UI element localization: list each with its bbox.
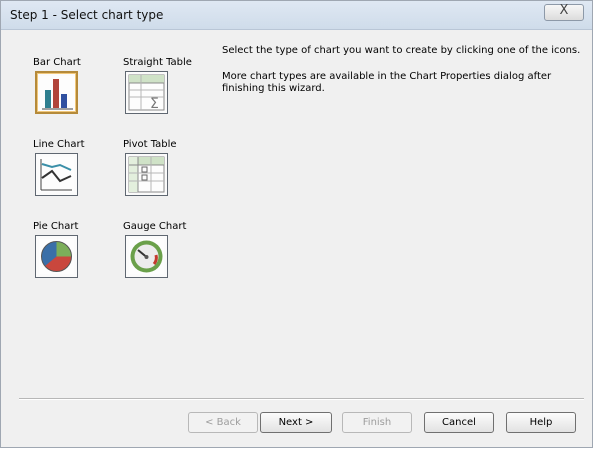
wizard-dialog: Step 1 - Select chart type X Bar Chart S… [0, 0, 593, 448]
chart-option-pivot-table[interactable]: Pivot Table [123, 139, 205, 211]
next-button[interactable]: Next > [260, 412, 332, 433]
chart-option-label: Line Chart [33, 139, 85, 150]
chart-option-label: Pie Chart [33, 221, 79, 232]
chart-option-tile[interactable] [125, 153, 168, 196]
line-chart-icon [39, 157, 74, 192]
chart-option-label: Gauge Chart [123, 221, 187, 232]
chart-option-label: Bar Chart [33, 57, 81, 68]
chart-option-tile[interactable] [35, 235, 78, 278]
close-button[interactable]: X [544, 3, 584, 21]
close-icon: X [559, 3, 569, 18]
finish-button[interactable]: Finish [342, 412, 412, 433]
cancel-button[interactable]: Cancel [424, 412, 494, 433]
chart-option-tile[interactable]: Σ [125, 71, 168, 114]
chart-option-bar[interactable]: Bar Chart [33, 57, 115, 129]
help-button[interactable]: Help [506, 412, 576, 433]
chart-option-tile[interactable] [125, 235, 168, 278]
title-bar: Step 1 - Select chart type X [1, 1, 592, 30]
chart-option-line[interactable]: Line Chart [33, 139, 115, 211]
chart-option-gauge[interactable]: Gauge Chart [123, 221, 205, 293]
bar-chart-icon [40, 76, 75, 111]
chart-option-straight-table[interactable]: Straight Table Σ [123, 57, 205, 129]
content-area: Bar Chart Straight Table Σ Line Chart Pi… [9, 31, 584, 394]
chart-option-tile[interactable] [35, 153, 78, 196]
chart-option-label: Straight Table [123, 57, 192, 68]
svg-text:Σ: Σ [150, 96, 159, 111]
dialog-title: Step 1 - Select chart type [10, 8, 164, 22]
instruction-note: More chart types are available in the Ch… [222, 71, 552, 94]
back-button[interactable]: < Back [188, 412, 258, 433]
footer-divider [19, 398, 584, 400]
pivot-table-icon [128, 156, 165, 193]
instruction-text: Select the type of chart you want to cre… [222, 45, 581, 56]
gauge-chart-icon [129, 239, 164, 274]
chart-option-tile[interactable] [35, 71, 78, 114]
chart-option-label: Pivot Table [123, 139, 177, 150]
straight-table-icon: Σ [128, 74, 165, 111]
chart-option-pie[interactable]: Pie Chart [33, 221, 115, 293]
pie-chart-icon [39, 239, 74, 274]
